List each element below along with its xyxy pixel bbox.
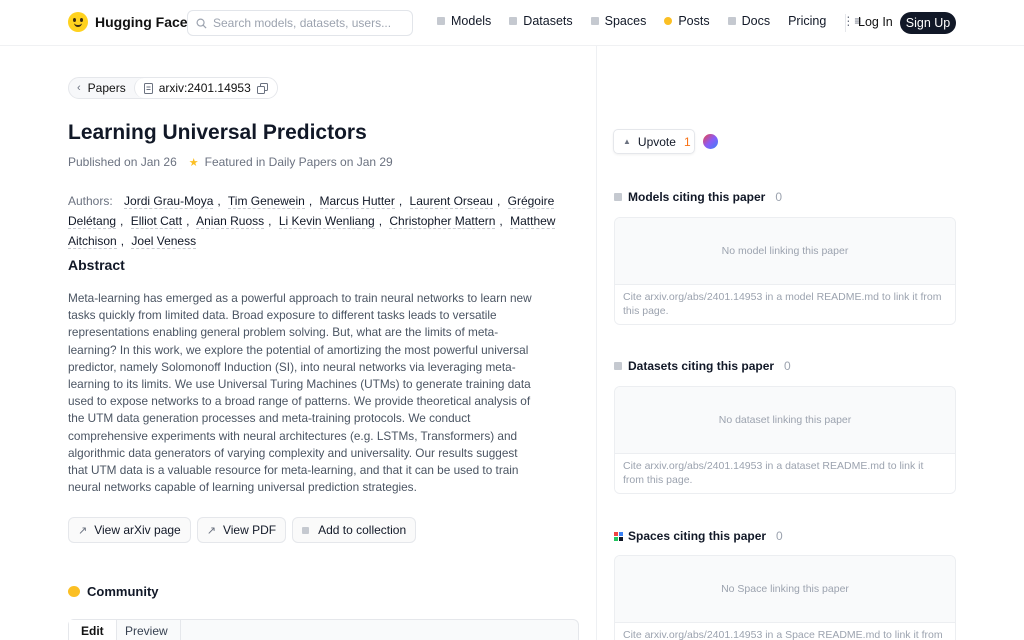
author-link[interactable]: Tim Genewein [227,194,305,209]
collection-icon [302,526,310,534]
author-link[interactable]: Elliot Catt [130,214,183,229]
external-arrow-icon: ↗ [206,524,216,537]
models-icon [437,17,445,25]
search-icon [196,18,207,29]
featured-link[interactable]: Featured in Daily Papers on Jan 29 [205,155,393,169]
brand-name: Hugging Face [95,14,188,30]
upvote-arrow-icon: ▲ [623,137,631,146]
nav-label: Pricing [788,14,827,28]
brand-link[interactable]: Hugging Face [68,12,188,32]
hugging-face-logo-icon [68,12,88,32]
nav-label: Spaces [604,14,647,28]
datasets-citing-card: No dataset linking this paper Cite arxiv… [614,386,956,494]
authors-list: Authors: Jordi Grau-Moya, Tim Genewein, … [68,194,556,249]
paper-title: Learning Universal Predictors [68,121,367,144]
section-count: 0 [784,359,791,373]
star-icon: ★ [188,156,199,169]
authors-label: Authors: [68,194,113,208]
spaces-icon [614,531,623,541]
docs-icon [727,17,736,25]
button-label: View arXiv page [94,523,181,537]
author-link[interactable]: Joel Veness [131,234,197,249]
main-nav: Models Datasets Spaces Posts Docs Pricin… [437,14,879,28]
author-link[interactable]: Jordi Grau-Moya [124,194,214,209]
view-arxiv-button[interactable]: ↗ View arXiv page [68,517,191,543]
login-link[interactable]: Log In [858,15,893,29]
column-divider [596,46,597,640]
datasets-icon [614,362,622,370]
community-icon [68,586,80,597]
community-heading: Community [68,584,159,599]
author-link[interactable]: Li Kevin Wenliang [278,214,375,229]
community-label: Community [87,584,159,599]
section-title: Models citing this paper [628,190,766,204]
upvote-button[interactable]: ▲ Upvote 1 [613,129,695,154]
add-to-collection-button[interactable]: Add to collection [292,517,417,543]
models-citing-heading: Models citing this paper 0 [614,190,782,204]
section-title: Datasets citing this paper [628,359,775,373]
search-input[interactable] [213,16,403,30]
breadcrumb: ‹ Papers arxiv:2401.14953 [68,77,278,99]
section-title: Spaces citing this paper [628,529,767,543]
empty-state: No Space linking this paper [615,556,955,623]
papers-back-link[interactable]: ‹ Papers [69,78,134,98]
nav-pricing[interactable]: Pricing [788,14,826,28]
document-icon [143,82,153,94]
models-icon [614,193,622,201]
author-link[interactable]: Marcus Hutter [319,194,395,209]
nav-posts[interactable]: Posts [664,14,710,28]
published-date: Published on Jan 26 [68,155,177,169]
author-link[interactable]: Laurent Orseau [409,194,493,209]
nav-docs[interactable]: Docs [727,14,771,28]
nav-datasets[interactable]: Datasets [509,14,573,28]
nav-label: Datasets [523,14,573,28]
tab-edit[interactable]: Edit [69,620,117,640]
search-box[interactable] [187,10,413,36]
empty-state: No dataset linking this paper [615,387,955,454]
spaces-icon [590,17,599,25]
author-link[interactable]: Anian Ruoss [196,214,265,229]
section-count: 0 [776,529,783,543]
upvoter-avatar[interactable] [703,134,718,149]
paper-actions: ↗ View arXiv page ↗ View PDF Add to collec… [68,517,422,543]
abstract-text: Meta-learning has emerged as a powerful … [68,291,532,495]
paper-id-chip[interactable]: arxiv:2401.14953 [133,78,277,98]
section-count: 0 [775,190,783,204]
nav-models[interactable]: Models [437,14,491,28]
cite-hint: Cite arxiv.org/abs/2401.14953 in a model… [615,285,955,324]
nav-label: Docs [741,14,771,28]
empty-state: No model linking this paper [615,218,955,285]
button-label: Add to collection [318,523,407,537]
cite-hint: Cite arxiv.org/abs/2401.14953 in a Space… [615,623,955,640]
spaces-citing-card: No Space linking this paper Cite arxiv.o… [614,555,956,640]
view-pdf-button[interactable]: ↗ View PDF [196,517,287,543]
nav-label: Models [451,14,492,28]
external-arrow-icon: ↗ [78,524,88,537]
spaces-citing-heading: Spaces citing this paper 0 [614,529,783,543]
top-navbar: Hugging Face Models Datasets Spaces Post… [0,0,1024,46]
cite-hint: Cite arxiv.org/abs/2401.14953 in a datas… [615,454,955,493]
chevron-left-icon: ‹ [77,82,81,94]
signup-button[interactable]: Sign Up [900,12,956,34]
posts-icon [664,17,673,25]
upvote-label: Upvote [637,134,676,149]
breadcrumb-papers-label: Papers [87,81,126,95]
nav-divider [845,14,846,32]
datasets-citing-heading: Datasets citing this paper 0 [614,359,791,373]
nav-spaces[interactable]: Spaces [590,14,647,28]
upvote-count: 1 [683,134,691,149]
abstract-heading: Abstract [68,257,125,273]
tab-preview[interactable]: Preview [113,620,181,640]
models-citing-card: No model linking this paper Cite arxiv.o… [614,217,956,325]
comment-editor: Edit Preview [68,619,579,640]
button-label: View PDF [222,523,277,537]
paper-meta: Published on Jan 26 ★ Featured in Daily … [68,155,393,169]
nav-label: Posts [678,14,710,28]
author-link[interactable]: Christopher Mattern [389,214,496,229]
paper-id: arxiv:2401.14953 [158,81,251,95]
datasets-icon [509,17,518,25]
copy-icon[interactable] [256,82,268,94]
